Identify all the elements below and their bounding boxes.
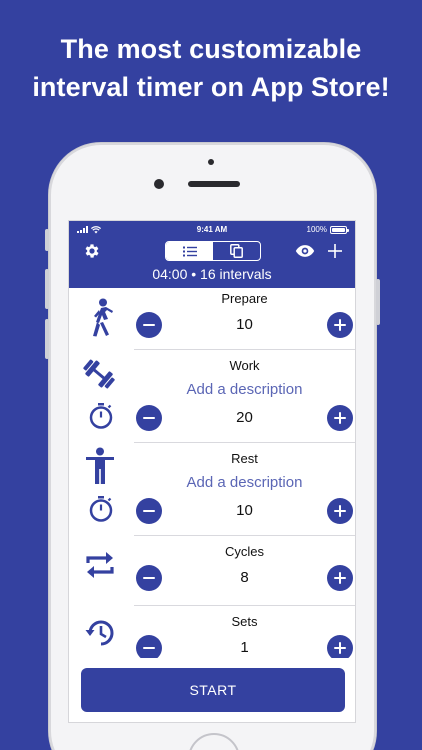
phone-camera (154, 179, 164, 189)
status-time: 9:41 AM (196, 225, 228, 234)
phone-speaker (188, 181, 240, 187)
headline-line-1: The most customizable (60, 34, 362, 64)
sets-stepper: 1 (134, 630, 355, 658)
toolbar (69, 238, 355, 264)
standing-person-icon (86, 447, 114, 484)
sets-value: 1 (240, 639, 249, 656)
stopwatch-icon (89, 496, 113, 522)
eye-icon[interactable] (295, 243, 315, 259)
phone-home-button (188, 733, 240, 750)
section-title: Cycles (224, 544, 264, 559)
prepare-value: 10 (236, 316, 253, 333)
history-clock-icon (85, 620, 114, 646)
phone-sensor (208, 159, 214, 165)
section-title: Rest (231, 451, 258, 466)
phone-volume-down (45, 319, 49, 359)
section-prepare: Prepare 10 (93, 288, 355, 350)
rest-description-input[interactable]: Add a description (134, 473, 355, 493)
cycles-value: 8 (240, 569, 249, 586)
section-sets: Sets 1 (85, 606, 355, 658)
section-title: Prepare (221, 291, 268, 306)
list-icon (182, 246, 197, 256)
copy-icon (230, 244, 243, 258)
workout-summary: 04:00 • 16 intervals (69, 264, 355, 288)
view-segmented-control (165, 241, 261, 261)
plus-icon[interactable] (325, 241, 345, 261)
phone-volume-up (45, 269, 49, 309)
work-increment-button[interactable] (327, 405, 353, 431)
status-bar: 9:41 AM 100% (69, 221, 355, 238)
sets-increment-button[interactable] (327, 635, 353, 658)
repeat-icon (86, 552, 114, 578)
work-stepper: 20 (134, 400, 355, 436)
cycles-increment-button[interactable] (327, 565, 353, 591)
interval-list: Prepare 10 Work Add a description 20 Res… (69, 288, 355, 658)
prepare-increment-button[interactable] (327, 312, 353, 338)
headline: The most customizable interval timer on … (0, 30, 422, 106)
dumbbell-icon (83, 359, 115, 389)
segment-copy-view[interactable] (213, 242, 260, 260)
section-rest: Rest Add a description 10 (86, 443, 355, 536)
phone-mute-switch (45, 229, 49, 251)
app-screen: 9:41 AM 100% 04:00 • 16 intervals Prepar… (68, 220, 356, 723)
section-title: Sets (231, 614, 258, 629)
section-title: Work (229, 358, 260, 373)
section-cycles: Cycles 8 (86, 536, 355, 606)
rest-increment-button[interactable] (327, 498, 353, 524)
work-description-input[interactable]: Add a description (134, 380, 355, 400)
work-value: 20 (236, 409, 253, 426)
battery-icon (330, 225, 349, 234)
stopwatch-icon (89, 403, 113, 429)
gear-icon[interactable] (83, 242, 101, 260)
start-bar: START (69, 660, 355, 722)
prepare-stepper: 10 (134, 307, 355, 343)
headline-line-2: interval timer on App Store! (32, 72, 390, 102)
walking-person-icon (93, 298, 113, 337)
phone-power-button (376, 279, 380, 325)
start-button[interactable]: START (81, 668, 345, 712)
segment-list-view[interactable] (166, 242, 213, 260)
section-work: Work Add a description 20 (83, 350, 355, 443)
rest-stepper: 10 (134, 493, 355, 529)
rest-value: 10 (236, 502, 253, 519)
cycles-stepper: 8 (134, 560, 355, 596)
